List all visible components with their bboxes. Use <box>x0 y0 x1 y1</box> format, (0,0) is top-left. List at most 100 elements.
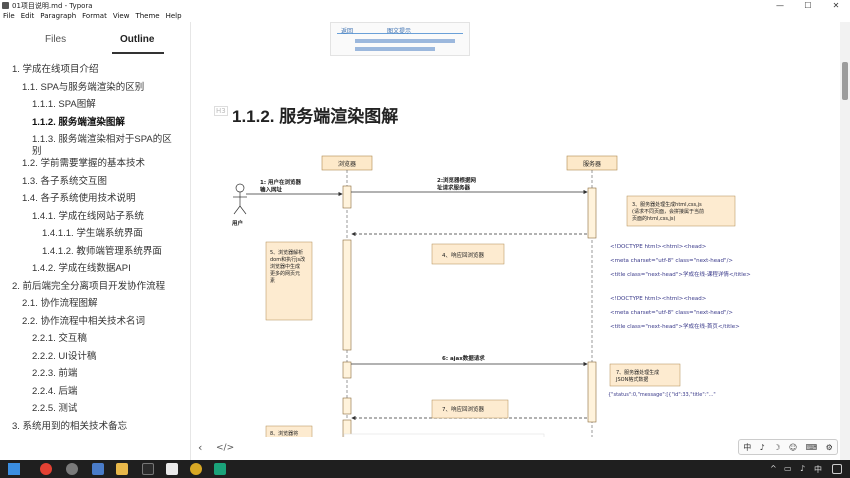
step2-label: 址请求服务器 <box>437 184 471 192</box>
browser-activation-bar <box>342 361 352 379</box>
html-code-line: <meta charset="utf-8" class="next-head"/… <box>610 258 733 264</box>
server-activation-bar <box>587 361 597 423</box>
ime-mode-icon[interactable]: 中 <box>743 442 751 453</box>
html-code-line: <meta charset="utf-8" class="next-head"/… <box>610 310 733 316</box>
outline-item[interactable]: 别 <box>32 146 42 158</box>
outline-item[interactable]: 2.2.3. 前端 <box>32 368 77 380</box>
ime-note-icon[interactable]: ♪ <box>760 443 765 452</box>
actor-label: 用户 <box>232 219 243 227</box>
outline-item[interactable]: 2.2. 协作流程中相关技术名词 <box>22 316 145 328</box>
maximize-button[interactable]: ☐ <box>794 0 822 11</box>
image-text-line <box>355 47 435 51</box>
typora-icon[interactable] <box>166 463 178 475</box>
outline-item[interactable]: 2.2.1. 交互稿 <box>32 333 87 345</box>
step5-label: dom和执行js改 <box>270 256 305 263</box>
outline-item[interactable]: 2.2.4. 后端 <box>32 386 77 398</box>
volume-icon[interactable]: ♪ <box>800 464 805 473</box>
outline-item[interactable]: 1.1.2. 服务端渲染图解 <box>32 117 125 129</box>
outline-item[interactable]: 2.1. 协作流程图解 <box>22 298 98 310</box>
image-tab-bar: 返回 图文提示 <box>337 25 463 35</box>
embedded-screenshot-image: 返回 图文提示 <box>330 22 470 56</box>
lane-server-label: 服务器 <box>583 160 601 168</box>
step5-label: 5、浏览器解析 <box>270 249 303 256</box>
menu-format[interactable]: Format <box>82 11 107 22</box>
code-icon[interactable]: </> <box>216 443 234 453</box>
outline-item[interactable]: 1.4. 各子系统使用技术说明 <box>22 193 136 205</box>
outline-item[interactable]: 1.4.2. 学成在线数据API <box>32 263 131 275</box>
actor-leg <box>233 205 241 215</box>
editor-scrollbar[interactable] <box>840 22 850 460</box>
outline-item[interactable]: 1.1.3. 服务端渲染相对于SPA的区 <box>32 134 172 146</box>
close-button[interactable]: ✕ <box>822 0 850 11</box>
windows-taskbar: ^ ▭ ♪ 中 <box>0 460 850 478</box>
html-code-line: <!DOCTYPE html><html><head> <box>610 244 707 250</box>
step2-label: 2:浏览器根据网 <box>437 176 477 184</box>
ime-toolbar: 中 ♪ ☽ ☺ ⌨ ⚙ <box>738 439 838 455</box>
tray-chevron-icon[interactable]: ^ <box>770 464 777 473</box>
outline-item[interactable]: 1.4.1. 学成在线网站子系统 <box>32 211 144 223</box>
step4-label: 4、响应回浏览器 <box>442 251 484 259</box>
menu-theme[interactable]: Theme <box>135 11 159 22</box>
outline-item[interactable]: 1.4.1.2. 教师端管理系统界面 <box>42 246 162 258</box>
browser-activation-bar <box>342 239 352 351</box>
window-controls: — ☐ ✕ <box>766 0 850 11</box>
menu-view[interactable]: View <box>113 11 130 22</box>
outline-item[interactable]: 1.3. 各子系统交互图 <box>22 176 107 188</box>
windows-start-icon[interactable] <box>8 463 20 475</box>
chrome-icon[interactable] <box>40 463 52 475</box>
outline-item[interactable]: 2.2.2. UI设计稿 <box>32 351 96 363</box>
ime-moon-icon[interactable]: ☽ <box>773 443 780 452</box>
ime-tray-icon[interactable]: 中 <box>814 464 822 475</box>
network-icon[interactable]: ▭ <box>784 464 792 473</box>
app-icon[interactable] <box>92 463 104 475</box>
json-code-line: {"status":0,"message":[{"id":33,"title":… <box>608 392 716 398</box>
menu-edit[interactable]: Edit <box>21 11 35 22</box>
outline-item[interactable]: 3. 系统用到的相关技术备忘 <box>12 421 127 433</box>
menu-file[interactable]: File <box>3 11 15 22</box>
browser-activation-bar <box>342 185 352 209</box>
outline-item[interactable]: 2.2.5. 测试 <box>32 403 77 415</box>
step1-label: 1: 用户在浏览器 <box>260 178 301 186</box>
ime-settings-icon[interactable]: ⚙ <box>826 443 833 452</box>
outline-item[interactable]: 1. 学成在线项目介绍 <box>12 64 99 76</box>
sidebar: Files Outline 1. 学成在线项目介绍 1.1. SPA与服务端渲染的… <box>0 22 191 460</box>
typora-app-icon <box>2 2 9 9</box>
status-bar: ‹ </> 中 ♪ ☽ ☺ ⌨ ⚙ <box>192 437 840 459</box>
folder-icon[interactable] <box>116 463 128 475</box>
step5-label: 更多的网页元 <box>270 270 300 277</box>
menu-paragraph[interactable]: Paragraph <box>40 11 76 22</box>
app-icon[interactable] <box>66 463 78 475</box>
step7-label: JSON格式数据 <box>615 376 648 383</box>
active-tab-indicator <box>112 52 164 54</box>
step7-label: 7、服务器处理生成 <box>616 369 659 376</box>
step7b-label: 7、响应回浏览器 <box>442 405 484 413</box>
outline-item[interactable]: 2. 前后端完全分离项目开发协作流程 <box>12 281 165 293</box>
notification-icon[interactable] <box>832 464 842 474</box>
step5-label: 浏览器中生成 <box>270 263 300 270</box>
editor-area: 返回 图文提示 H3 1.1.2. 服务端渲染图解 浏览器 服务器 用户 1: 用户在… <box>192 22 840 460</box>
tab-outline[interactable]: Outline <box>120 34 154 45</box>
ime-keyboard-icon[interactable]: ⌨ <box>806 443 818 452</box>
app-icon[interactable] <box>190 463 202 475</box>
heading-level-marker: H3 <box>214 106 228 116</box>
sidebar-tabs: Files Outline <box>0 22 190 56</box>
step3-label: 页面的html,css,js) <box>632 215 676 222</box>
app-icon[interactable] <box>214 463 226 475</box>
image-tab-back: 返回 <box>341 28 354 35</box>
minimize-button[interactable]: — <box>766 0 794 11</box>
scrollbar-thumb[interactable] <box>842 62 848 100</box>
step3-label: 3、服务器处理生成html,css,js <box>632 201 702 208</box>
browser-activation-bar <box>342 397 352 415</box>
tab-files[interactable]: Files <box>45 34 66 45</box>
ime-emoji-icon[interactable]: ☺ <box>789 443 797 452</box>
step8-label: 8、浏览器将 <box>270 430 298 437</box>
terminal-icon[interactable] <box>142 463 154 475</box>
menu-help[interactable]: Help <box>166 11 182 22</box>
outline-item[interactable]: 1.1.1. SPA图解 <box>32 99 96 111</box>
outline-item[interactable]: 1.2. 学前需要掌握的基本技术 <box>22 158 145 170</box>
chevron-left-icon[interactable]: ‹ <box>198 441 202 454</box>
outline-item[interactable]: 1.4.1.1. 学生端系统界面 <box>42 228 143 240</box>
outline-item[interactable]: 1.1. SPA与服务端渲染的区别 <box>22 82 144 94</box>
step1-label: 输入网址 <box>260 186 283 194</box>
step6-label: 6: ajax数据请求 <box>442 354 485 362</box>
